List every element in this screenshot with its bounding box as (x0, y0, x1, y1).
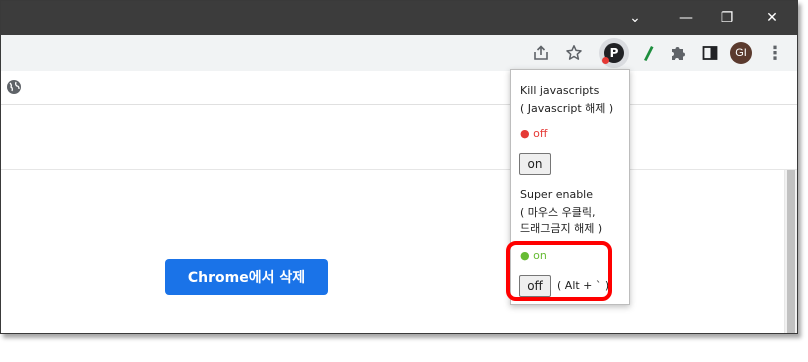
title-bar: ⌄ — ❐ ✕ (1, 1, 797, 35)
kill-javascripts-title: Kill javascripts (520, 84, 600, 97)
extension-p-letter: P (609, 46, 619, 60)
browser-window: ⌄ — ❐ ✕ P GI ⋮ Chrome에서 삭제 Kill javascri… (0, 0, 798, 334)
remove-from-chrome-button[interactable]: Chrome에서 삭제 (165, 259, 328, 295)
restore-button[interactable]: ❐ (704, 1, 750, 35)
extension-badge-dot (602, 57, 609, 64)
kill-javascripts-on-button[interactable]: on (519, 153, 551, 175)
browser-toolbar: P GI ⋮ (1, 35, 797, 71)
extension-p-icon: P (602, 43, 624, 64)
profile-avatar[interactable]: GI (730, 42, 752, 64)
side-panel-icon[interactable] (698, 41, 722, 65)
share-icon[interactable] (529, 41, 553, 65)
close-button[interactable]: ✕ (749, 1, 795, 35)
super-enable-title: Super enable (520, 188, 594, 201)
extension-p-button[interactable]: P (599, 38, 629, 68)
green-pen-extension-icon[interactable] (636, 41, 660, 65)
super-enable-subtitle-line2: 드래그금지 해제 ) (520, 222, 603, 235)
page-band (1, 105, 797, 170)
minimize-button[interactable]: — (663, 1, 709, 35)
kill-javascripts-status: ● off (520, 127, 548, 140)
vertical-scrollbar[interactable] (784, 170, 797, 333)
scrollbar-thumb[interactable] (787, 170, 795, 333)
globe-icon[interactable] (6, 79, 22, 95)
super-enable-subtitle-line1: ( 마우스 우클릭, (520, 206, 596, 219)
more-menu-icon[interactable]: ⋮ (763, 41, 787, 65)
red-highlight-box (506, 241, 612, 301)
tab-search-chevron-icon[interactable]: ⌄ (612, 1, 658, 35)
extensions-puzzle-icon[interactable] (666, 41, 690, 65)
bookmark-star-icon[interactable] (562, 41, 586, 65)
kill-javascripts-subtitle: ( Javascript 해제 ) (520, 102, 614, 115)
page-header-bar (1, 71, 797, 105)
page-content (1, 170, 797, 333)
